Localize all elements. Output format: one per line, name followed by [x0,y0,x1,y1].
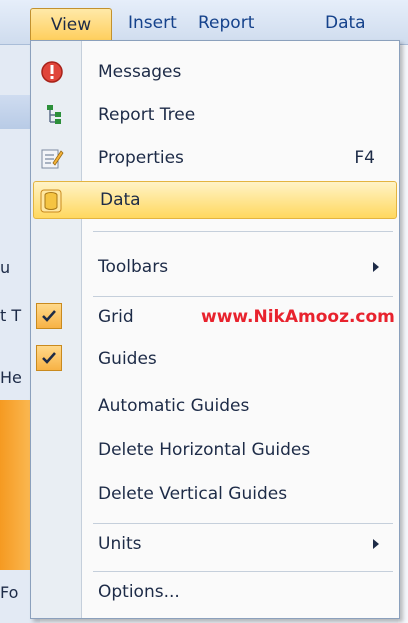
submenu-arrow-icon [373,539,379,549]
menu-separator [93,231,393,232]
menu-view[interactable]: View [30,8,112,41]
menu-item-automatic-guides[interactable]: Automatic Guides [31,387,399,425]
menu-item-label: Options... [98,582,180,602]
menu-item-label: Automatic Guides [98,396,250,416]
view-dropdown-menu: Messages Report Tree Properties F4 Data [30,40,400,619]
menu-item-options[interactable]: Options... [31,573,399,611]
menu-insert[interactable]: Insert [128,10,177,36]
watermark-text: www.NikAmooz.com [201,307,395,327]
checkbox-checked [36,345,62,371]
menu-item-guides[interactable]: Guides [31,340,399,378]
menu-item-label: Guides [98,349,157,369]
menu-item-data[interactable]: Data [33,181,397,219]
checkmark-icon [42,310,56,322]
menu-report[interactable]: Report [198,10,254,36]
tree-icon [47,105,61,124]
shortcut-label: F4 [354,148,375,168]
menu-item-label: Units [98,534,142,554]
menu-item-label: Messages [98,62,182,82]
menu-separator [93,523,393,524]
menu-item-properties[interactable]: Properties F4 [31,139,399,177]
menu-item-delete-vertical-guides[interactable]: Delete Vertical Guides [31,475,399,513]
menu-item-delete-horizontal-guides[interactable]: Delete Horizontal Guides [31,431,399,469]
menu-item-grid[interactable]: Grid www.NikAmooz.com [31,298,399,336]
menu-item-label: Delete Vertical Guides [98,484,288,504]
menu-item-label: Report Tree [98,105,196,125]
menu-item-units[interactable]: Units [31,525,399,563]
menu-bar: View Insert Report Data [0,0,408,45]
background-text: He [0,368,22,387]
menu-item-label: Toolbars [98,257,169,277]
checkmark-icon [42,352,56,364]
background-text: t T [0,306,22,325]
background-text: u [0,258,11,277]
menu-separator [93,296,393,297]
checkbox-checked [36,303,62,329]
submenu-arrow-icon [373,262,379,272]
properties-icon [41,149,64,169]
database-icon [40,189,62,213]
background-text: Fo [0,583,19,602]
alert-icon [41,61,63,83]
menu-item-label: Delete Horizontal Guides [98,440,311,460]
menu-item-label: Grid [98,307,134,327]
menu-item-label: Properties [98,148,184,168]
menu-item-messages[interactable]: Messages [31,53,399,91]
menu-item-label: Data [100,190,141,210]
menu-separator [93,571,393,572]
menu-item-toolbars[interactable]: Toolbars [31,248,399,286]
menu-item-report-tree[interactable]: Report Tree [31,96,399,134]
menu-data[interactable]: Data [325,10,366,36]
